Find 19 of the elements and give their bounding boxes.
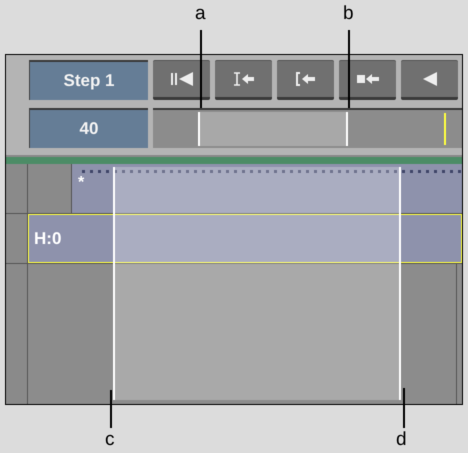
- track-bar[interactable]: *: [72, 164, 462, 213]
- scrub-bar[interactable]: [153, 108, 462, 148]
- frame-field[interactable]: 40: [29, 108, 148, 148]
- callout-label: c: [105, 428, 114, 452]
- playhead-marker: [444, 113, 446, 145]
- track-bar[interactable]: H:0: [28, 214, 462, 263]
- callout-label: b: [343, 2, 354, 26]
- transport-button[interactable]: [401, 60, 458, 100]
- callout-label: d: [396, 428, 407, 452]
- track-label: *: [78, 174, 84, 192]
- step-button[interactable]: Step 1: [29, 60, 148, 100]
- skip-start-icon: [168, 71, 194, 87]
- transport-button[interactable]: [339, 60, 396, 100]
- transport-button[interactable]: [277, 60, 334, 100]
- callout-label: a: [195, 2, 206, 26]
- step-back-icon: [354, 71, 380, 87]
- track-label: H:0: [34, 228, 62, 248]
- transport-button[interactable]: [153, 60, 210, 100]
- transport-button[interactable]: [215, 60, 272, 100]
